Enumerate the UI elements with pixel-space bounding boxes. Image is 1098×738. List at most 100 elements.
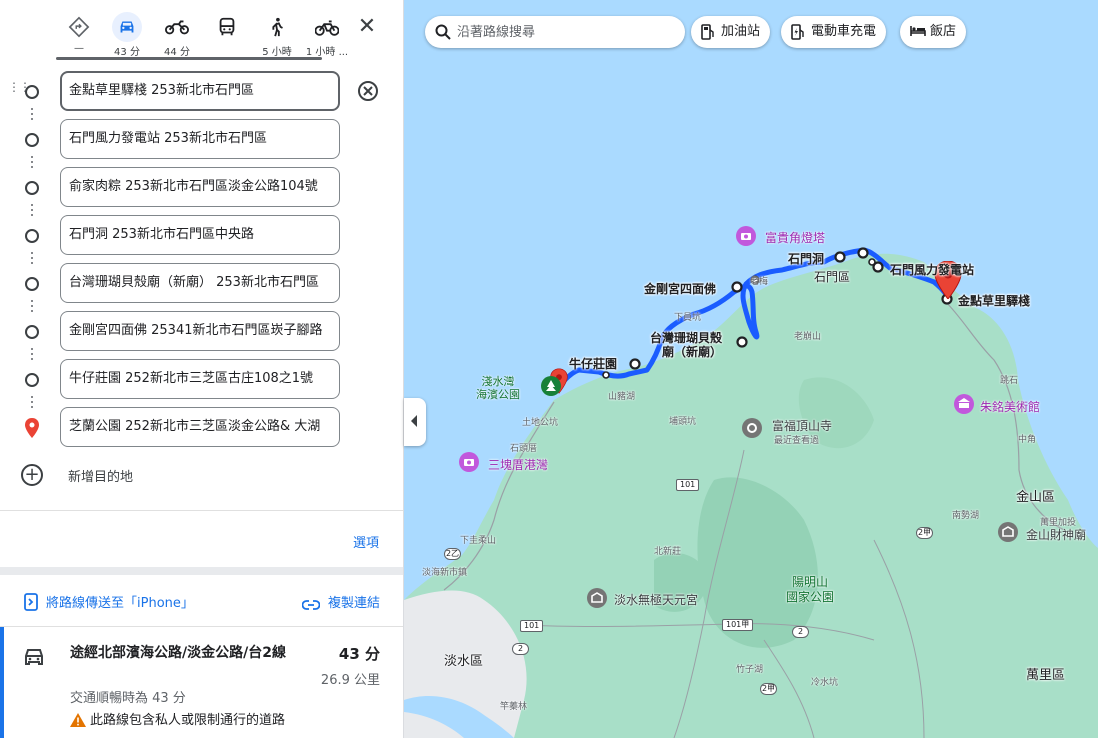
road-shield-101: 101 (520, 620, 544, 632)
place-pukeng: 埔頭坑 (669, 417, 697, 427)
route-via-text: 途經北部濱海公路/淡金公路/台2線 (70, 645, 286, 661)
poi-yangming-line2: 國家公園 (786, 590, 835, 604)
route-warning-text: 此路線包含私人或限制通行的道路 (90, 713, 286, 728)
park-tree-icon[interactable] (541, 376, 561, 396)
poi-qianshui[interactable]: 淺水灣 海濱公園 (476, 375, 520, 401)
poi-sankuai[interactable]: 三塊厝港灣 (488, 456, 548, 473)
chip-hotel[interactable]: 飯店 (900, 16, 967, 48)
waypoint-input-1[interactable]: 金點草里驛棧 253新北市石門區 (60, 71, 340, 111)
collapse-panel-button[interactable] (404, 398, 426, 446)
bed-icon (910, 26, 926, 36)
place-tiaoshi: 跳石 (1000, 376, 1019, 386)
waypoint-input-3[interactable]: 俞家肉粽 253新北市石門區淡金公路104號 (60, 167, 340, 207)
place-zhongjiao: 中角 (1018, 435, 1037, 445)
waypoint-row-6: 金剛宮四面佛 25341新北市石門區崁子腳路 (0, 311, 403, 353)
road-shield-2z: 2乙 (444, 548, 461, 560)
museum-poi-icon[interactable] (954, 394, 974, 414)
bicycle-icon (312, 12, 342, 42)
route-traffic-text: 交通順暢時為 43 分 (70, 691, 186, 706)
poi-recent-label: 最近查看過 (774, 436, 820, 446)
drag-handle-icon[interactable]: ⋮⋮ (8, 81, 31, 99)
waypoint-circle-icon (25, 373, 39, 387)
mode-motorcycle-label: 44 分 (164, 47, 190, 58)
copy-link-label: 複製連結 (327, 596, 380, 611)
mode-car[interactable]: 43 分 (102, 10, 152, 58)
waypoint-circle-icon (25, 277, 39, 291)
temple-poi-icon[interactable] (742, 418, 762, 438)
mode-bike[interactable]: 1 小時 ... (302, 10, 352, 58)
waypoint-input-5[interactable]: 台灣珊瑚貝殼廟（新廟） 253新北市石門區 (60, 263, 340, 303)
close-directions-button[interactable]: ✕ (352, 12, 382, 42)
clear-circle-x-icon[interactable] (357, 80, 379, 102)
waypoint-input-8[interactable]: 芝蘭公園 252新北市三芝區淡金公路& 大湖 (60, 407, 340, 447)
waypoint-input-4[interactable]: 石門洞 253新北市石門區中央路 (60, 215, 340, 255)
route-distance: 26.9 公里 (320, 673, 380, 688)
temple-poi-icon[interactable] (587, 588, 607, 608)
place-xiayuanli: 萬里加投 (1040, 518, 1077, 528)
poi-tamsui-temple[interactable]: 淡水無極天元宮 (614, 591, 698, 608)
mode-walk-label: 5 小時 (262, 47, 292, 58)
add-destination-button[interactable]: + 新增目的地 (0, 458, 403, 492)
car-icon (25, 649, 43, 665)
place-beixin: 北新莊 (654, 547, 682, 557)
map-label-shimen-cave[interactable]: 石門洞 (788, 250, 824, 267)
car-icon (112, 12, 142, 42)
poi-lighthouse[interactable]: 富貴角燈塔 (765, 229, 825, 246)
map-label-wind-power[interactable]: 石門風力發電站 (890, 261, 974, 278)
waypoint-row-8: 芝蘭公園 252新北市三芝區淡金公路& 大湖 (0, 407, 403, 449)
road-shield-2a: 2甲 (916, 527, 933, 539)
walk-icon (262, 12, 292, 42)
poi-zhuming[interactable]: 朱銘美術館 (980, 398, 1040, 415)
motorcycle-icon (162, 12, 192, 42)
map-label-niuzai[interactable]: 牛仔莊園 (569, 355, 617, 372)
bus-icon (212, 12, 242, 42)
town-jinshan: 金山區 (1016, 490, 1056, 505)
mode-walk[interactable]: 5 小時 (252, 10, 302, 58)
route-search-input[interactable] (457, 22, 677, 42)
options-button[interactable]: 選項 (353, 532, 379, 551)
poi-fuyuan[interactable]: 富福頂山寺 (772, 417, 832, 434)
route-duration: 43 分 (338, 645, 380, 663)
chip-hotel-label: 飯店 (930, 24, 957, 39)
place-lengshui: 冷水坑 (811, 678, 839, 688)
travel-mode-bar: — 43 分 44 分 5 小時 1 小時 ... (54, 10, 384, 60)
phone-send-icon (24, 593, 38, 611)
place-nanshi: 南勢湖 (952, 511, 980, 521)
road-shield-101: 101 (676, 479, 700, 491)
map-label-jingang[interactable]: 金剛宮四面佛 (644, 280, 716, 297)
waypoint-input-6[interactable]: 金剛宮四面佛 25341新北市石門區崁子腳路 (60, 311, 340, 351)
temple-poi-icon[interactable] (998, 522, 1018, 542)
map-label-shimen-district: 石門區 (814, 270, 851, 284)
copy-link-button[interactable]: 複製連結 (301, 592, 380, 611)
plus-circle-icon: + (21, 464, 43, 486)
waypoint-input-2[interactable]: 石門風力發電站 253新北市石門區 (60, 119, 340, 159)
poi-yangming-line1: 陽明山 (792, 575, 829, 589)
poi-jinshan-temple[interactable]: 金山財神廟 (1026, 526, 1086, 543)
route-option-card[interactable]: 途經北部濱海公路/淡金公路/台2線 43 分 26.9 公里 交通順暢時為 43… (0, 627, 403, 738)
camera-poi-icon[interactable] (459, 452, 479, 472)
map-canvas[interactable]: 石門洞 石門區 石門風力發電站 金點草里驛棧 金剛宮四面佛 台灣珊瑚貝殼 廟（新… (404, 0, 1098, 738)
link-icon (301, 600, 321, 610)
place-shuiyuan: 竹子湖 (736, 665, 764, 675)
destination-pin-icon (25, 418, 39, 438)
divider (0, 510, 403, 511)
send-to-phone-button[interactable]: 將路線傳送至「iPhone」 (24, 592, 194, 611)
share-row: 將路線傳送至「iPhone」 複製連結 (0, 580, 403, 624)
poi-yangmingshan[interactable]: 陽明山 國家公園 (786, 575, 834, 605)
route-search-box[interactable] (425, 16, 685, 48)
poi-qianshui-line1: 淺水灣 (481, 375, 515, 388)
mode-best[interactable]: — (54, 10, 104, 58)
road-shield-2: 2 (792, 626, 809, 638)
chip-gas-station[interactable]: 加油站 (691, 16, 771, 48)
mode-motorcycle[interactable]: 44 分 (152, 10, 202, 58)
camera-poi-icon[interactable] (736, 226, 756, 246)
gas-pump-icon (701, 24, 714, 40)
mode-transit[interactable] (202, 10, 252, 58)
chip-ev-charging[interactable]: 電動車充電 (781, 16, 887, 48)
waypoint-row-5: 台灣珊瑚貝殼廟（新廟） 253新北市石門區 (0, 263, 403, 305)
place-tudigong: 土地公坑 (522, 418, 559, 428)
map-label-jindian[interactable]: 金點草里驛棧 (958, 292, 1030, 309)
waypoint-input-7[interactable]: 牛仔莊園 252新北市三芝區古庄108之1號 (60, 359, 340, 399)
town-tamsui: 淡水區 (444, 654, 484, 669)
map-label-coral-temple-2[interactable]: 廟（新廟） (662, 343, 722, 360)
